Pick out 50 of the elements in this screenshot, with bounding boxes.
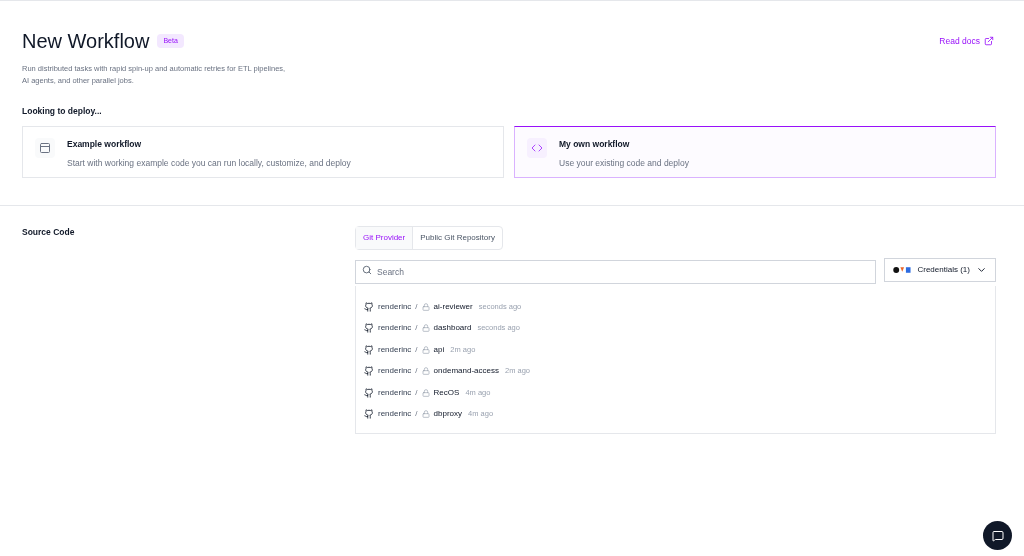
section-label: Source Code: [22, 225, 76, 239]
repo-owner: renderinc: [378, 343, 412, 356]
git-providers-icon: [893, 265, 912, 274]
credentials-dropdown[interactable]: Credentials (1): [884, 257, 996, 282]
path-separator: /: [415, 408, 418, 420]
source-tab[interactable]: Public Git Repository: [412, 226, 502, 249]
github-icon: [364, 409, 374, 419]
repo-name: dbproxy: [433, 408, 463, 420]
workflow-option-card[interactable]: My own workflow Use your existing code and deploy: [514, 125, 996, 178]
option-description: Start with working example code you can run locally, customize, and deploy: [67, 156, 351, 170]
source-tab[interactable]: Git Provider: [356, 226, 413, 249]
lock-icon: [421, 302, 430, 311]
search-icon: [362, 264, 372, 275]
github-icon: [364, 366, 374, 376]
external-link-icon: [984, 36, 994, 47]
lock-icon: [421, 367, 430, 375]
repo-name: api: [433, 343, 445, 356]
option-description: Use your existing code and deploy: [559, 156, 689, 170]
search-field[interactable]: Search: [355, 259, 876, 284]
chat-button[interactable]: [983, 521, 1012, 550]
repo-owner: renderinc: [378, 300, 412, 313]
repo-owner: renderinc: [378, 408, 412, 420]
path-separator: /: [415, 322, 418, 334]
section-label: Looking to deploy...: [22, 105, 102, 118]
lock-icon: [421, 324, 430, 332]
repo-name: ondemand-access: [433, 365, 499, 377]
repo-name: RecOS: [433, 386, 460, 399]
repo-owner: renderinc: [378, 365, 412, 377]
path-separator: /: [415, 365, 418, 377]
page-title: New Workflow: [22, 31, 150, 51]
lock-icon: [421, 388, 430, 397]
option-title: My own workflow: [559, 137, 631, 151]
github-icon: [364, 301, 374, 312]
path-separator: /: [415, 300, 418, 313]
repo-owner: renderinc: [378, 322, 412, 334]
option-title: Example workflow: [67, 137, 143, 151]
github-icon: [364, 344, 374, 355]
lock-icon: [421, 345, 430, 354]
repo-name: ai-reviewer: [433, 300, 473, 313]
github-icon: [364, 323, 374, 333]
lock-icon: [421, 410, 430, 418]
workflow-option-card[interactable]: Example workflow Start with working example code you can run locally, customize, and deploy: [22, 125, 504, 178]
path-separator: /: [415, 386, 418, 399]
github-icon: [364, 387, 374, 398]
template-icon: [39, 141, 51, 154]
chat-icon: [991, 529, 1004, 542]
repo-name: dashboard: [433, 322, 472, 334]
repo-owner: renderinc: [378, 386, 412, 399]
read-docs-link[interactable]: Read docs: [939, 35, 994, 48]
path-separator: /: [415, 343, 418, 356]
